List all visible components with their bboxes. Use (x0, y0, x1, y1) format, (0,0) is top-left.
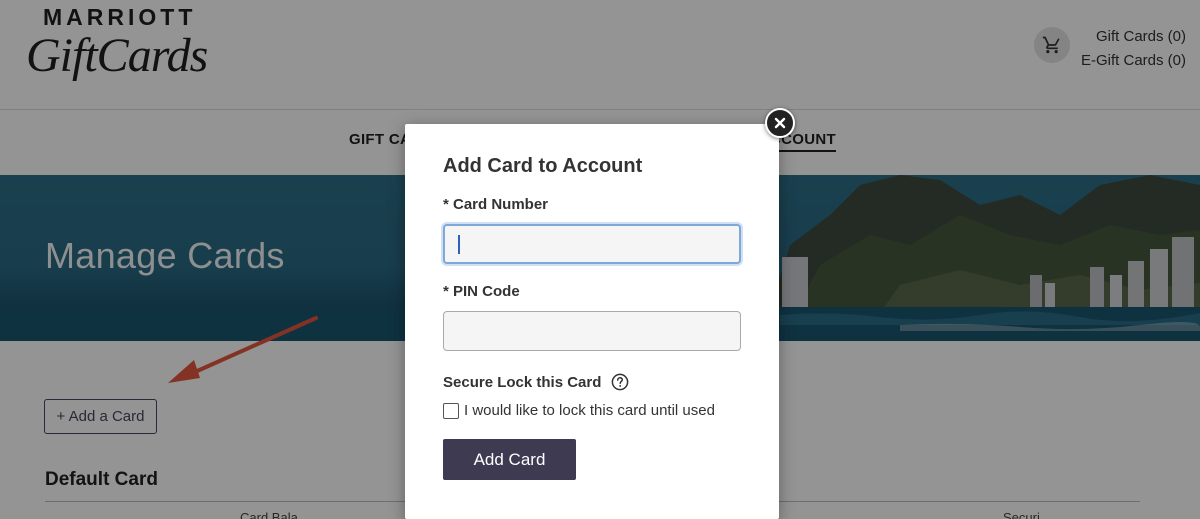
pin-code-input[interactable] (443, 311, 741, 351)
add-card-modal: Add Card to Account * Card Number * PIN … (405, 124, 779, 519)
secure-lock-row: Secure Lock this Card (443, 373, 629, 391)
lock-card-checkbox-label[interactable]: I would like to lock this card until use… (464, 402, 715, 419)
question-circle-icon[interactable] (611, 373, 629, 391)
card-number-input[interactable] (443, 224, 741, 264)
add-card-submit-button[interactable]: Add Card (443, 439, 576, 480)
pin-code-label: * PIN Code (443, 283, 520, 300)
card-number-label: * Card Number (443, 196, 549, 213)
lock-card-checkbox-row: I would like to lock this card until use… (443, 402, 715, 419)
modal-title: Add Card to Account (443, 155, 643, 177)
secure-lock-label: Secure Lock this Card (443, 373, 602, 391)
text-cursor (458, 235, 460, 254)
lock-card-checkbox[interactable] (443, 402, 459, 419)
close-icon[interactable] (765, 108, 795, 138)
